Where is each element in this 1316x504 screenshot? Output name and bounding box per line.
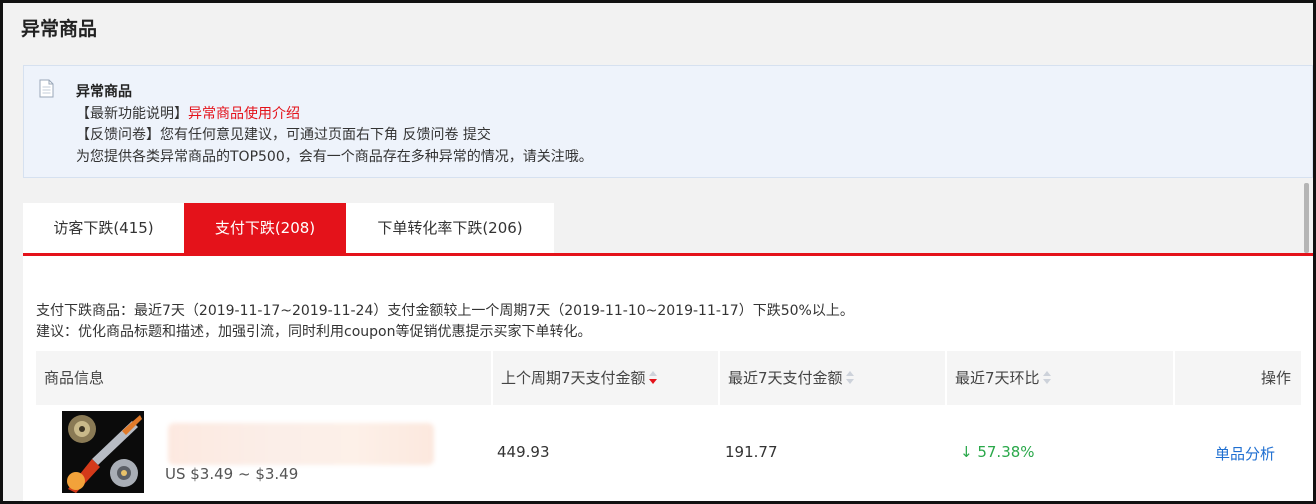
notice-title: 异常商品 <box>76 84 132 100</box>
column-divider <box>718 351 720 405</box>
table-header: 商品信息 上个周期7天支付金额 最近7天支付金额 最近7天环比 操作 <box>36 351 1301 405</box>
product-image <box>62 411 144 493</box>
header-recent-amount[interactable]: 最近7天支付金额 <box>728 351 855 405</box>
header-prev-amount[interactable]: 上个周期7天支付金额 <box>501 351 658 405</box>
header-change-label: 最近7天环比 <box>955 369 1040 387</box>
notice-top500-line: 为您提供各类异常商品的TOP500，会有一个商品存在多种异常的情况，请关注哦。 <box>76 149 593 165</box>
page-title: 异常商品 <box>21 18 98 40</box>
notice-feature-line: 【最新功能说明】异常商品使用介绍 <box>76 103 300 123</box>
header-action: 操作 <box>1260 369 1291 387</box>
header-product-info: 商品信息 <box>44 369 105 387</box>
product-analysis-link[interactable]: 单品分析 <box>1215 443 1275 464</box>
table-row: US $3.49 ~ $3.49 449.93 191.77 ↓ 57.38% … <box>36 406 1301 501</box>
product-thumbnail[interactable] <box>62 411 144 493</box>
column-divider <box>1173 351 1175 405</box>
column-divider <box>491 351 493 405</box>
tab-conversion-drop[interactable]: 下单转化率下跌(206) <box>346 203 554 253</box>
change-value: ↓ 57.38% <box>960 443 1035 461</box>
tab-payment-drop[interactable]: 支付下跌(208) <box>184 203 346 253</box>
drop-criteria-text: 支付下跌商品：最近7天（2019-11-17~2019-11-24）支付金额较上… <box>36 303 854 319</box>
content-panel: 访客下跌(415) 支付下跌(208) 下单转化率下跌(206) 支付下跌商品：… <box>23 203 1313 501</box>
product-price: US $3.49 ~ $3.49 <box>165 465 299 483</box>
app-frame: 异常商品 异常商品 【最新功能说明】异常商品使用介绍 【反馈问卷】您有任何意见建… <box>0 0 1316 504</box>
tab-bar: 访客下跌(415) 支付下跌(208) 下单转化率下跌(206) <box>23 203 1313 256</box>
document-icon <box>39 79 54 98</box>
header-prev-amount-label: 上个周期7天支付金额 <box>501 369 646 387</box>
sort-icon[interactable] <box>845 370 855 385</box>
notice-panel: 异常商品 【最新功能说明】异常商品使用介绍 【反馈问卷】您有任何意见建议，可通过… <box>23 65 1313 178</box>
usage-intro-link[interactable]: 异常商品使用介绍 <box>188 106 300 122</box>
tab-visitor-drop[interactable]: 访客下跌(415) <box>23 203 184 253</box>
notice-feedback-line: 【反馈问卷】您有任何意见建议，可通过页面右下角 反馈问卷 提交 <box>76 127 491 143</box>
sort-desc-active-icon[interactable] <box>648 370 658 385</box>
recent-amount-value: 191.77 <box>725 443 778 461</box>
header-change[interactable]: 最近7天环比 <box>955 351 1052 405</box>
sort-icon[interactable] <box>1042 370 1052 385</box>
suggestion-text: 建议：优化商品标题和描述，加强引流，同时利用coupon等促销优惠提示买家下单转… <box>36 324 592 340</box>
prev-amount-value: 449.93 <box>497 443 550 461</box>
scrollbar[interactable] <box>1304 183 1309 253</box>
header-recent-amount-label: 最近7天支付金额 <box>728 369 843 387</box>
notice-feature-label: 【最新功能说明】 <box>76 106 188 122</box>
column-divider <box>945 351 947 405</box>
product-title-blurred <box>168 423 434 465</box>
